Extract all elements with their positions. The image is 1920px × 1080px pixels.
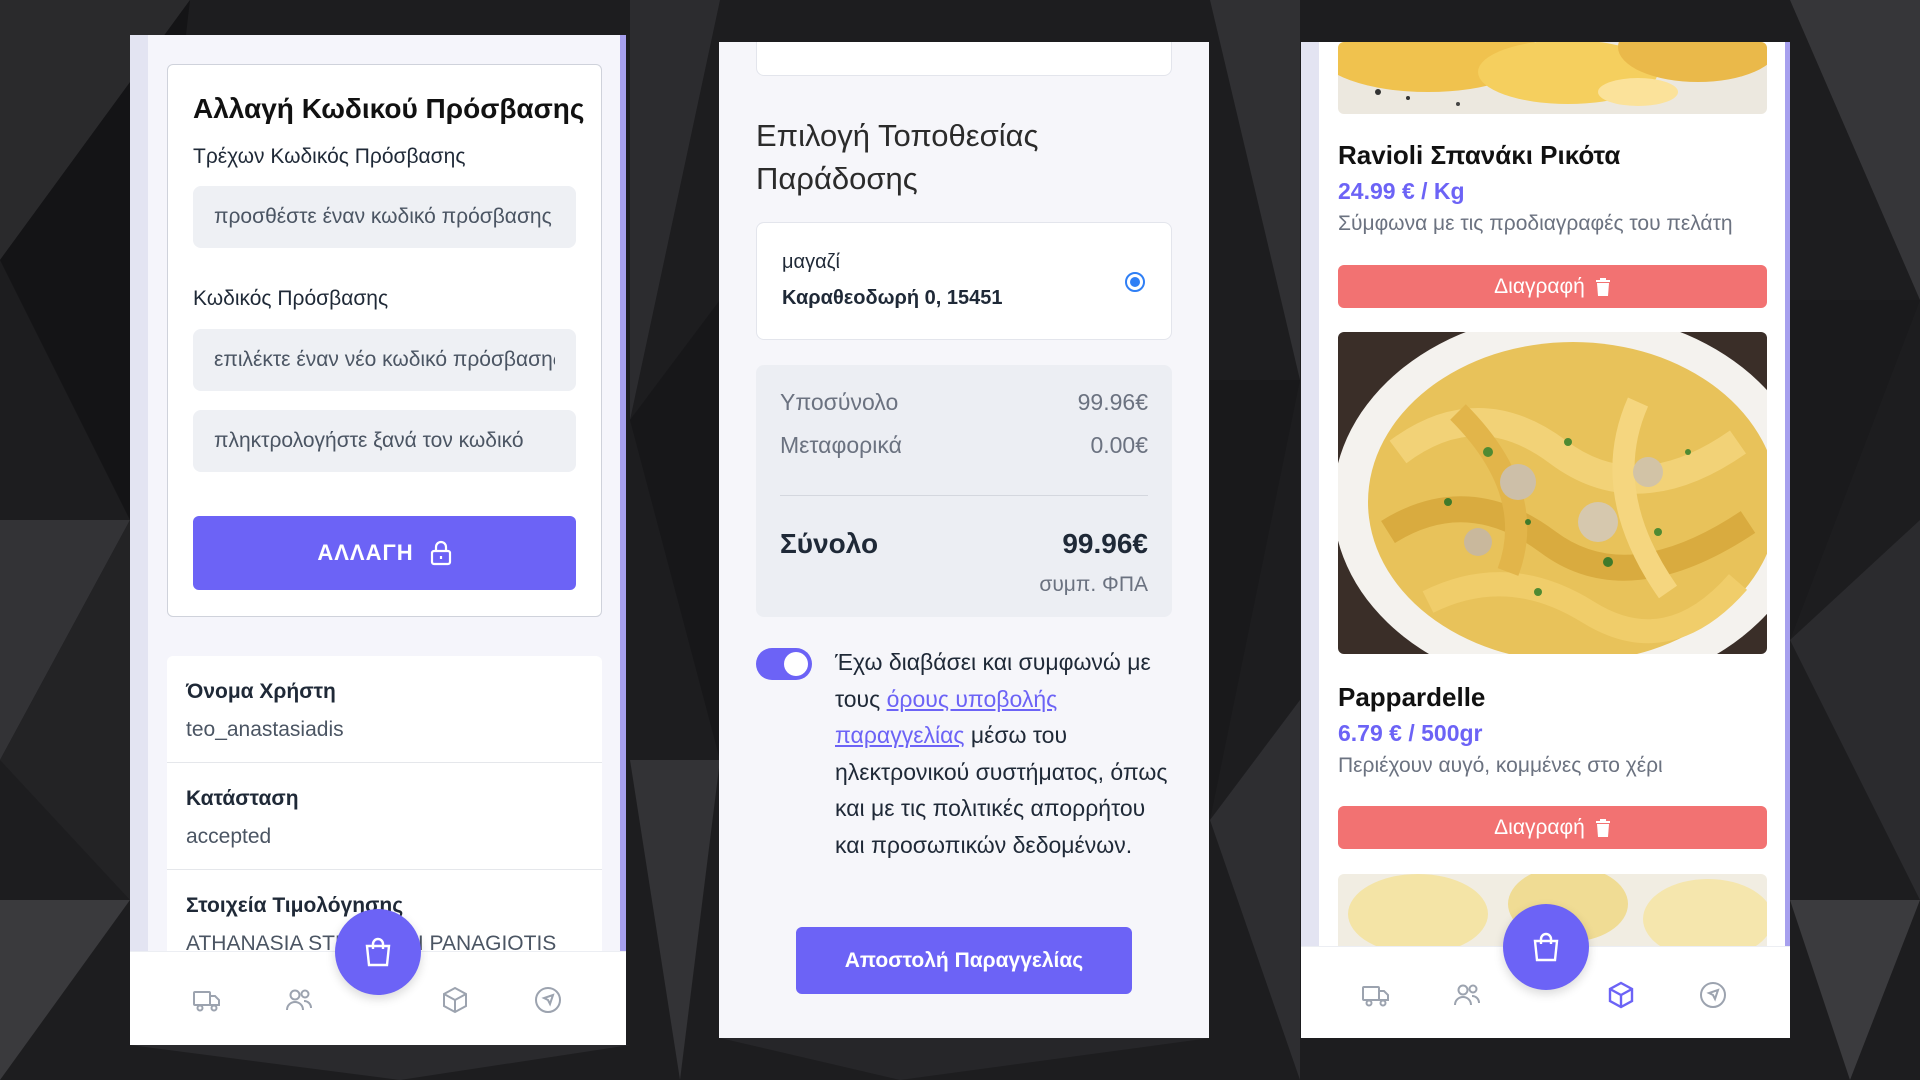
terms-toggle[interactable] (756, 648, 812, 680)
vat-note: συμπ. ΦΠΑ (1039, 573, 1148, 596)
current-password-label: Τρέχων Κωδικός Πρόσβασης (193, 145, 466, 168)
shipping-value: 0.00€ (1090, 432, 1148, 458)
scroll-rail-left (1301, 42, 1319, 1038)
info-value: teo_anastasiadis (186, 718, 344, 741)
order-summary: Υποσύνολο 99.96€ Μεταφορικά 0.00€ Σύνολο… (756, 365, 1172, 617)
previous-card-edge (756, 42, 1172, 76)
product-price: 6.79 € / 500gr (1338, 720, 1483, 746)
product-name: Ravioli Σπανάκι Ρικότα (1338, 140, 1621, 170)
product-price: 24.99 € / Kg (1338, 178, 1465, 204)
current-password-input[interactable] (193, 186, 576, 248)
change-password-button[interactable]: ΑΛΛΑΓΗ (193, 516, 576, 590)
change-password-card: Αλλαγή Κωδικού Πρόσβασης Τρέχων Κωδικός … (167, 64, 602, 617)
product-image (1338, 332, 1767, 654)
delivery-location-heading: Επιλογή Τοποθεσίας Παράδοσης (756, 118, 1039, 196)
info-row-status: Κατάσταση accepted (167, 763, 602, 870)
ravioli-image (1338, 42, 1767, 114)
product-image (1338, 42, 1767, 114)
total-value: 99.96€ (1062, 528, 1148, 559)
navigation-icon[interactable] (1698, 980, 1728, 1010)
total-label: Σύνολο (780, 528, 879, 559)
delete-button-label: Διαγραφή (1494, 274, 1585, 298)
trash-icon (1595, 818, 1610, 837)
lock-icon (430, 540, 451, 566)
repeat-password-input[interactable] (193, 410, 576, 472)
scrollbar[interactable] (620, 35, 626, 1045)
users-icon[interactable] (1452, 980, 1482, 1010)
shopping-bag-icon (365, 937, 391, 967)
delete-button[interactable]: Διαγραφή (1338, 806, 1767, 849)
address-option[interactable]: μαγαζί Καραθεοδωρή 0, 15451 (756, 222, 1172, 340)
info-value: accepted (186, 825, 272, 848)
shopping-bag-icon (1533, 932, 1559, 962)
submit-order-button[interactable]: Αποστολή Παραγγελίας (796, 927, 1132, 994)
account-screen: Αλλαγή Κωδικού Πρόσβασης Τρέχων Κωδικός … (130, 35, 626, 1045)
summary-divider (780, 495, 1148, 496)
change-password-title: Αλλαγή Κωδικού Πρόσβασης (193, 93, 585, 124)
package-icon[interactable] (440, 985, 470, 1015)
address-line: Καραθεοδωρή 0, 15451 (782, 287, 1003, 309)
product-note: Σύμφωνα με τις προδιαγραφές του πελάτη (1338, 212, 1733, 235)
product-note: Περιέχουν αυγό, κομμένες στο χέρι (1338, 754, 1663, 777)
shipping-label: Μεταφορικά (780, 432, 902, 458)
new-password-input[interactable] (193, 329, 576, 391)
checkout-screen: Επιλογή Τοποθεσίας Παράδοσης μαγαζί Καρα… (719, 42, 1209, 1038)
new-password-label: Κωδικός Πρόσβασης (193, 287, 389, 310)
truck-icon[interactable] (192, 985, 222, 1015)
pappardelle-image (1338, 332, 1767, 654)
package-icon[interactable] (1606, 980, 1636, 1010)
info-key: Κατάσταση (186, 787, 299, 810)
address-name: μαγαζί (782, 251, 840, 273)
scrollbar[interactable] (1785, 42, 1790, 1038)
change-password-button-label: ΑΛΛΑΓΗ (317, 540, 414, 565)
address-radio[interactable] (1125, 272, 1145, 292)
subtotal-value: 99.96€ (1077, 389, 1148, 415)
info-key: Όνομα Χρήστη (186, 680, 336, 703)
cart-fab[interactable] (335, 909, 421, 995)
subtotal-label: Υποσύνολο (780, 389, 899, 415)
scroll-rail-left (130, 35, 148, 1045)
product-name: Pappardelle (1338, 682, 1486, 712)
users-icon[interactable] (284, 985, 314, 1015)
terms-text: Έχω διαβάσει και συμφωνώ με τους όρους υ… (835, 644, 1175, 863)
delete-button-label: Διαγραφή (1494, 815, 1585, 839)
products-screen: Ravioli Σπανάκι Ρικότα 24.99 € / Kg Σύμφ… (1301, 42, 1790, 1038)
delete-button[interactable]: Διαγραφή (1338, 265, 1767, 308)
info-row-username: Όνομα Χρήστη teo_anastasiadis (167, 656, 602, 763)
cart-fab[interactable] (1503, 904, 1589, 990)
trash-icon (1595, 277, 1610, 296)
truck-icon[interactable] (1361, 980, 1391, 1010)
navigation-icon[interactable] (533, 985, 563, 1015)
